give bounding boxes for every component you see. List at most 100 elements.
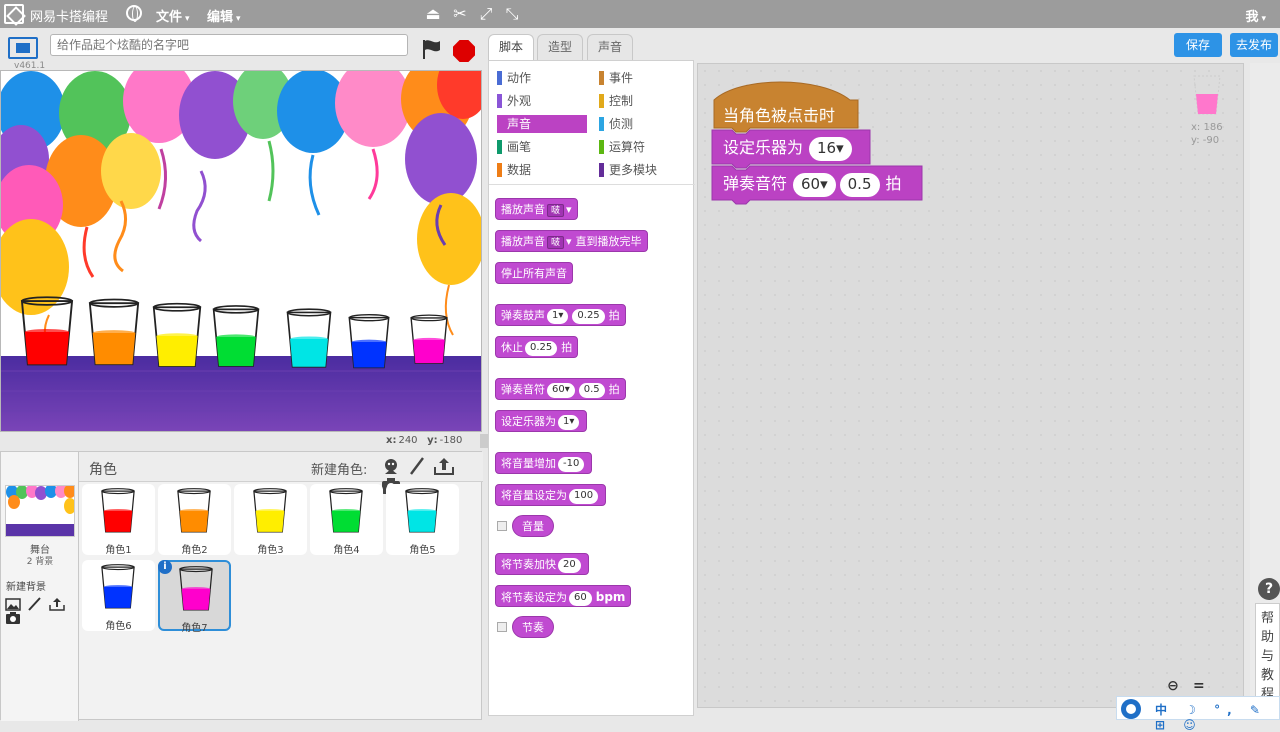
stage-thumbnail-column[interactable]: 舞台 2 背景 新建背景 xyxy=(1,452,79,721)
volume-reporter[interactable]: 音量 xyxy=(512,515,554,537)
backdrop-camera-icon[interactable] xyxy=(5,611,21,625)
ime-toolbar[interactable]: 中 ☽ °, ✎ ⊞ ☺ xyxy=(1116,696,1280,732)
stage-cup-sprite[interactable] xyxy=(409,311,449,369)
sprite-card[interactable]: 角色2 xyxy=(158,484,231,556)
sprite-name: 角色4 xyxy=(333,545,360,556)
tab-sounds[interactable]: 声音 xyxy=(587,34,634,60)
category-2[interactable]: 外观 xyxy=(497,92,531,110)
set-instrument-block[interactable]: 设定乐器为 1▾ xyxy=(495,410,588,432)
category-6[interactable]: 画笔 xyxy=(497,138,531,156)
backdrop-paint-icon[interactable] xyxy=(27,596,43,611)
set-tempo-block[interactable]: 将节奏设定为 60 bpm xyxy=(495,585,632,607)
new-sprite-label: 新建角色: xyxy=(311,463,368,478)
stage-thumbnail[interactable] xyxy=(5,485,75,537)
tab-costumes[interactable]: 造型 xyxy=(537,34,584,60)
set-volume-block[interactable]: 将音量设定为 100 xyxy=(495,484,607,506)
collapse-stage-arrow-icon[interactable] xyxy=(480,434,488,448)
sprite-card[interactable]: 角色4 xyxy=(310,484,383,556)
file-menu[interactable]: 文件 ▾ xyxy=(156,6,190,25)
user-menu[interactable]: 我 ▾ xyxy=(1245,6,1266,25)
sprite-card[interactable]: 角色1 xyxy=(82,484,155,556)
zoom-reset-icon[interactable]: = xyxy=(1190,678,1208,694)
sprite-thumbnail xyxy=(100,564,136,613)
tempo-reporter[interactable]: 节奏 xyxy=(512,616,554,638)
script-set-instrument-block[interactable]: 设定乐器为 16▾ xyxy=(723,134,854,161)
project-title-input[interactable] xyxy=(50,34,408,56)
help-tutorial-tab[interactable]: 帮 助 与 教 程 xyxy=(1255,603,1280,703)
fullscreen-icon[interactable] xyxy=(8,37,38,59)
category-5[interactable]: 侦测 xyxy=(599,115,633,133)
tempo-monitor-checkbox[interactable] xyxy=(497,622,507,632)
kada-logo-icon[interactable] xyxy=(4,4,24,24)
script-play-note-block[interactable]: 弹奏音符 60▾ 0.5 拍 xyxy=(723,170,902,197)
stage-cup-sprite[interactable] xyxy=(151,299,203,373)
change-volume-block[interactable]: 将音量增加 -10 xyxy=(495,452,593,474)
green-flag-icon[interactable] xyxy=(420,38,442,60)
save-button[interactable]: 保存 xyxy=(1174,33,1222,57)
zoom-out-icon[interactable]: ⊖ xyxy=(1164,678,1182,694)
tab-scripts[interactable]: 脚本 xyxy=(488,34,535,60)
sprite-thumbnail xyxy=(100,488,136,537)
ime-status-text: 中 ☽ °, ✎ ⊞ ☺ xyxy=(1155,703,1267,732)
category-label: 声音 xyxy=(507,117,532,131)
sprite-upload-icon[interactable] xyxy=(433,456,455,476)
sprite-card[interactable]: 角色7 i xyxy=(158,560,231,634)
delete-scissors-icon[interactable]: ✂ xyxy=(451,4,469,24)
category-color-swatch xyxy=(497,140,502,154)
sprite-name: 角色6 xyxy=(105,621,132,632)
sprites-title: 角色 xyxy=(89,462,117,478)
sprite-card[interactable]: 角色6 xyxy=(82,560,155,632)
play-note-block[interactable]: 弹奏音符 60▾ 0.5 拍 xyxy=(495,378,626,400)
sprite-info-icon[interactable]: i xyxy=(158,560,172,574)
sprite-name: 角色5 xyxy=(409,545,436,556)
category-9[interactable]: 更多模块 xyxy=(599,161,657,179)
category-7[interactable]: 运算符 xyxy=(599,138,645,156)
sprite-library-icon[interactable] xyxy=(381,456,401,476)
sprite-pane: 舞台 2 背景 新建背景 角色 新建角色: 角色1 角色2 角色3 角色4 角色5 角色6… xyxy=(0,451,483,721)
rest-block[interactable]: 休止 0.25 拍 xyxy=(495,336,579,358)
category-color-swatch xyxy=(497,94,502,108)
category-color-swatch xyxy=(599,71,604,85)
stage-cup-sprite[interactable] xyxy=(19,293,75,371)
menubar: 网易卡搭编程 文件 ▾ 编辑 ▾ ⏏ ✂ ⤢ ⤡ 我 ▾ xyxy=(0,0,1280,28)
stop-all-sounds-block[interactable]: 停止所有声音 xyxy=(495,262,573,284)
sprite-thumbnail xyxy=(328,488,364,537)
change-tempo-block[interactable]: 将节奏加快 20 xyxy=(495,553,589,575)
backdrop-library-icon[interactable] xyxy=(5,597,21,611)
category-8[interactable]: 数据 xyxy=(497,161,531,179)
stage-backdrop-count: 2 背景 xyxy=(26,557,54,567)
play-sound-block[interactable]: 播放声音啵 ▾ xyxy=(495,198,578,220)
duplicate-stamp-icon[interactable]: ⏏ xyxy=(424,4,442,24)
category-3[interactable]: 控制 xyxy=(599,92,633,110)
volume-monitor-checkbox[interactable] xyxy=(497,521,507,531)
stage-cup-sprite[interactable] xyxy=(211,301,261,373)
play-sound-until-done-block[interactable]: 播放声音啵 ▾ 直到播放完毕 xyxy=(495,230,648,252)
sprite-name: 角色2 xyxy=(181,545,208,556)
backdrop-upload-icon[interactable] xyxy=(48,597,65,611)
stage-cup-sprite[interactable] xyxy=(87,295,141,371)
publish-button[interactable]: 去发布 xyxy=(1230,33,1278,57)
category-1[interactable]: 事件 xyxy=(599,69,633,87)
sprite-paint-icon[interactable] xyxy=(407,456,427,476)
sprite-name: 角色3 xyxy=(257,545,284,556)
help-char: 助 xyxy=(1260,630,1274,645)
sprite-card[interactable]: 角色3 xyxy=(234,484,307,556)
sprite-card[interactable]: 角色5 xyxy=(386,484,459,556)
shrink-icon[interactable]: ⤡ xyxy=(503,4,521,24)
ime-logo-icon[interactable] xyxy=(1117,697,1145,721)
editor-tabs: 脚本 造型 声音 xyxy=(488,32,688,60)
language-globe-icon[interactable] xyxy=(126,5,142,22)
play-drum-block[interactable]: 弹奏鼓声 1▾ 0.25 拍 xyxy=(495,304,626,326)
stage-cup-sprite[interactable] xyxy=(285,305,333,373)
grow-icon[interactable]: ⤢ xyxy=(477,4,495,24)
stage-mouse-coords: x: 240 y: -180 xyxy=(386,435,463,446)
stage-cup-sprite[interactable] xyxy=(347,311,391,373)
category-0[interactable]: 动作 xyxy=(497,69,531,87)
when-sprite-clicked-hat-block[interactable]: 当角色被点击时 xyxy=(723,102,835,126)
edit-menu[interactable]: 编辑 ▾ xyxy=(207,6,241,25)
category-4[interactable]: 声音 xyxy=(497,115,587,133)
stage-canvas[interactable] xyxy=(0,70,482,432)
help-button[interactable]: ? xyxy=(1258,578,1280,600)
new-backdrop-label: 新建背景 xyxy=(6,582,46,593)
stop-icon[interactable] xyxy=(453,40,475,62)
